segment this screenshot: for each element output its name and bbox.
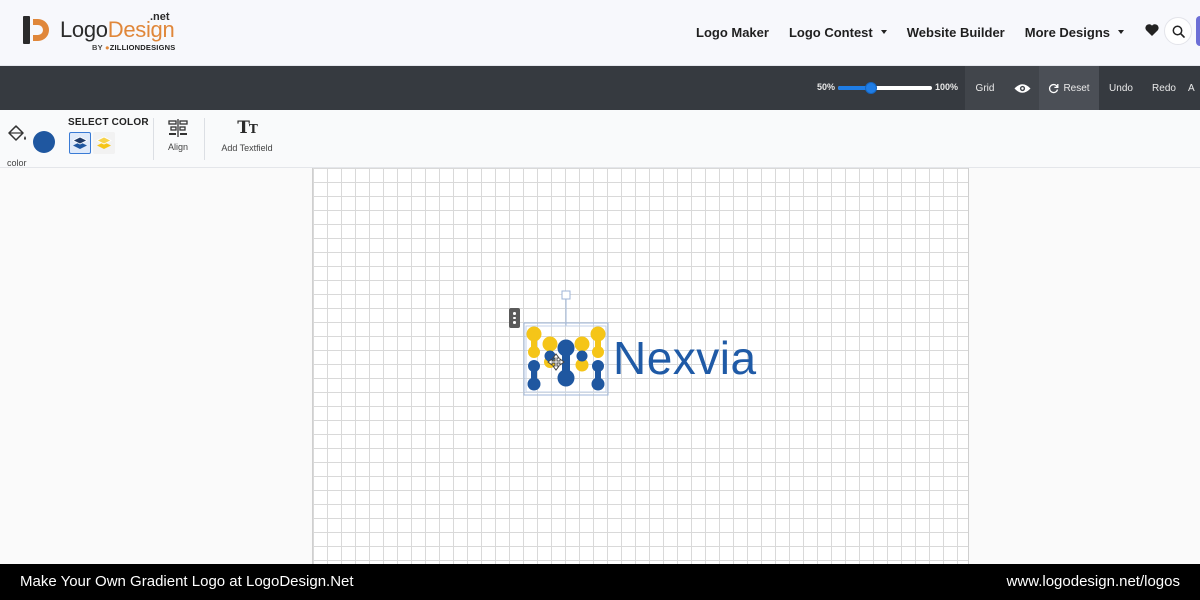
app-root: LogoDesign .net BY ●ZILLIONDESIGNS Logo …	[0, 0, 1200, 600]
promo-url[interactable]: www.logodesign.net/logos	[1007, 573, 1180, 590]
promo-banner: Make Your Own Gradient Logo at LogoDesig…	[0, 564, 1200, 600]
chevron-down-icon	[1118, 30, 1124, 34]
logo-byline: BY ●ZILLIONDESIGNS	[92, 43, 175, 52]
color-layer-blue-button[interactable]	[69, 132, 91, 154]
logo-word-main: Logo	[60, 17, 108, 42]
align-tool[interactable]: Align	[163, 118, 193, 152]
reset-label: Reset	[1063, 82, 1090, 94]
align-label: Align	[167, 142, 188, 152]
logo-by-word: BY	[92, 43, 103, 52]
undo-label: Undo	[1109, 82, 1133, 94]
editor-toolbar: 50% 100% Grid Reset Undo Redo A	[0, 66, 1200, 110]
zoom-slider[interactable]	[838, 82, 932, 94]
preview-button[interactable]	[1005, 66, 1039, 110]
divider	[204, 118, 205, 160]
site-logo[interactable]: LogoDesign .net BY ●ZILLIONDESIGNS	[22, 11, 192, 56]
search-icon	[1172, 25, 1185, 38]
element-options-button[interactable]	[509, 308, 520, 328]
add-textfield-tool[interactable]: TT Add Textfield	[216, 118, 278, 153]
paint-bucket-icon	[8, 125, 26, 141]
undo-button[interactable]: Undo	[1099, 66, 1143, 110]
fill-label: color	[7, 158, 27, 168]
zoom-slider-handle[interactable]	[864, 82, 877, 94]
nav-label: Website Builder	[906, 24, 1005, 40]
zoom-max-label: 100%	[935, 82, 959, 92]
logo-symbol-selected[interactable]	[520, 290, 612, 400]
divider	[153, 118, 154, 160]
promo-headline: Make Your Own Gradient Logo at LogoDesig…	[20, 573, 354, 590]
nav-logo-contest[interactable]: Logo Contest	[779, 25, 897, 40]
logo-brand-text[interactable]: Nexvia	[613, 333, 757, 383]
top-navigation: LogoDesign .net BY ●ZILLIONDESIGNS Logo …	[0, 0, 1200, 66]
toolbar-overflow-button[interactable]: A	[1188, 66, 1200, 110]
nav-label: Logo Maker	[696, 24, 769, 40]
cta-button-edge[interactable]	[1196, 16, 1200, 46]
nav-label: More Designs	[1024, 24, 1110, 40]
text-icon: TT	[237, 118, 258, 138]
layers-icon	[96, 136, 112, 149]
zoom-min-label: 50%	[817, 82, 836, 92]
nav-more-designs[interactable]: More Designs	[1015, 25, 1134, 40]
logo-tld: .net	[150, 11, 170, 23]
add-textfield-label: Add Textfield	[221, 143, 273, 153]
redo-label: Redo	[1152, 82, 1176, 94]
select-color-title: SELECT COLOR	[68, 117, 149, 128]
logodesign-logo-icon	[23, 16, 49, 44]
nav-website-builder[interactable]: Website Builder	[897, 25, 1015, 40]
search-button[interactable]	[1164, 17, 1192, 45]
main-nav: Logo Maker Logo Contest Website Builder …	[686, 0, 1134, 64]
redo-button[interactable]: Redo	[1143, 66, 1185, 110]
reset-button[interactable]: Reset	[1039, 66, 1099, 110]
nav-label: Logo Contest	[788, 24, 873, 40]
overflow-label: A	[1188, 82, 1195, 94]
heart-icon[interactable]	[1144, 22, 1160, 38]
align-icon	[168, 119, 188, 137]
eye-icon	[1014, 83, 1030, 93]
grid-toggle-button[interactable]: Grid	[965, 66, 1005, 110]
nav-logo-maker[interactable]: Logo Maker	[686, 25, 779, 40]
refresh-icon	[1049, 83, 1059, 93]
properties-bar: color SELECT COLOR Align TT Add Textfiel…	[0, 110, 1200, 168]
grid-label: Grid	[975, 82, 995, 94]
current-color-swatch[interactable]	[33, 131, 55, 153]
logo-company: ZILLIONDESIGNS	[109, 43, 176, 52]
fill-color-tool[interactable]: color	[6, 124, 34, 168]
layers-icon	[72, 136, 88, 149]
chevron-down-icon	[880, 30, 887, 34]
color-layer-yellow-button[interactable]	[93, 132, 115, 154]
